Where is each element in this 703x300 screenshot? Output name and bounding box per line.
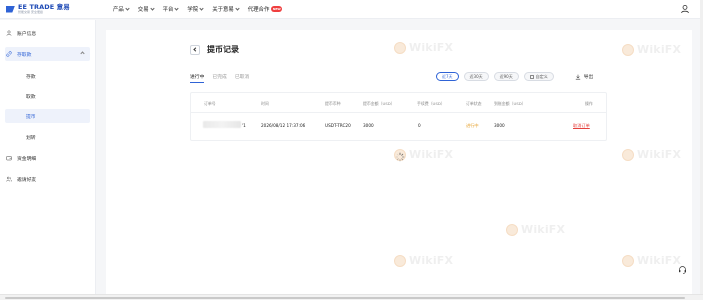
date-filters: 近7天 近30天 近90天 自定义 导出 — [436, 72, 593, 81]
tab-in-progress[interactable]: 进行中 — [190, 73, 205, 83]
wikifx-logo-icon — [622, 148, 634, 161]
top-navbar: EE TRADE 意易 智能交易 安全便捷 产品 交易 平台 学院 关于意易 代… — [0, 0, 703, 19]
withdrawal-table: 订单号 时间 提币币种 提币金额（USD） 手续费（USD） 订单状态 到账金额… — [190, 92, 607, 141]
nav-products[interactable]: 产品 — [113, 5, 130, 13]
sidebar-sub-deposit[interactable]: 存款 — [5, 69, 90, 83]
col-action: 操作 — [585, 101, 593, 106]
filter-30-days-button[interactable]: 近30天 — [463, 72, 489, 81]
download-icon — [575, 74, 580, 79]
watermark: WikiFX — [394, 41, 453, 54]
headset-support-icon[interactable] — [678, 265, 687, 274]
col-fee: 手续费（USD） — [417, 101, 445, 106]
calendar-icon — [529, 74, 534, 79]
chevron-up-icon — [80, 51, 85, 56]
nav-trading[interactable]: 交易 — [138, 5, 155, 13]
wikifx-logo-icon — [394, 254, 406, 267]
sidebar-item-fund-details[interactable]: 资金明细 — [0, 151, 96, 165]
nav-partnership[interactable]: 代理合作 NEW — [248, 5, 283, 13]
sidebar-sub-crypto-withdraw[interactable]: 提币 — [5, 109, 90, 123]
user-avatar-icon[interactable] — [680, 4, 690, 14]
brand-tagline: 智能交易 安全便捷 — [18, 10, 43, 15]
link-icon — [6, 51, 12, 57]
filter-90-days-button[interactable]: 近90天 — [493, 72, 519, 81]
col-coin: 提币币种 — [325, 101, 341, 106]
redacted-order-id — [203, 121, 241, 128]
order-time: 2026/08/12 17:37:06 — [261, 123, 306, 128]
back-button[interactable] — [190, 44, 200, 55]
wikifx-logo-icon — [394, 41, 406, 54]
chevron-down-icon — [149, 5, 155, 11]
nav-academy[interactable]: 学院 — [187, 5, 204, 13]
logo-mark-icon — [6, 5, 16, 14]
main-nav: 产品 交易 平台 学院 关于意易 代理合作 NEW — [113, 5, 291, 13]
chevron-left-icon — [193, 47, 198, 52]
new-badge: NEW — [271, 6, 283, 12]
sidebar: 账户信息 存取款 存款 取款 提币 划转 资金明细 邀请好友 — [0, 20, 96, 297]
table-header: 订单号 时间 提币币种 提币金额（USD） 手续费（USD） 订单状态 到账金额… — [191, 93, 606, 113]
chevron-down-icon — [174, 5, 180, 11]
order-received: 3000 — [494, 123, 505, 128]
brand-logo[interactable]: EE TRADE 意易 智能交易 安全便捷 — [6, 4, 92, 15]
tab-cancelled[interactable]: 已取消 — [235, 73, 249, 83]
order-amount: 3000 — [363, 123, 374, 128]
order-id-suffix: '1 — [242, 123, 246, 128]
status-tabs: 进行中 已完成 已取消 — [190, 73, 257, 83]
chevron-down-icon — [125, 5, 130, 11]
col-time: 时间 — [261, 101, 269, 106]
sidebar-item-funds[interactable]: 存取款 — [0, 47, 96, 61]
nav-platform[interactable]: 平台 — [163, 5, 180, 13]
users-icon — [6, 176, 12, 182]
watermark: WikiFX — [622, 148, 681, 161]
wallet-icon — [6, 156, 12, 161]
brand-cn-name: 意易 — [56, 2, 70, 11]
cancel-order-link[interactable]: 取消订单 — [573, 123, 590, 129]
chevron-down-icon — [199, 5, 204, 11]
sidebar-item-invite[interactable]: 邀请好友 — [0, 172, 96, 186]
watermark: WikiFX — [622, 254, 681, 267]
filter-custom-button[interactable]: 自定义 — [523, 72, 554, 81]
wikifx-logo-icon — [622, 254, 634, 267]
user-icon — [6, 30, 12, 36]
scrollbar-thumb[interactable] — [5, 297, 685, 299]
page-title: 提币记录 — [207, 45, 239, 54]
watermark: WikiFX — [394, 254, 453, 267]
loading-spinner-icon — [395, 152, 405, 162]
status-badge: 进行中 — [466, 123, 479, 128]
order-coin: USDT-TRC20 — [325, 123, 351, 128]
col-order-id: 订单号 — [204, 101, 216, 106]
nav-about[interactable]: 关于意易 — [212, 5, 240, 13]
wikifx-logo-icon — [506, 223, 518, 236]
col-amount: 提币金额（USD） — [363, 101, 395, 106]
sidebar-sub-withdraw[interactable]: 取款 — [5, 89, 90, 103]
sidebar-sub-transfer[interactable]: 划转 — [5, 130, 90, 144]
order-fee: 0 — [418, 123, 421, 128]
col-received: 到账金额（USD） — [494, 101, 526, 106]
watermark: WikiFX — [622, 43, 681, 56]
col-status: 订单状态 — [466, 101, 482, 106]
export-button[interactable]: 导出 — [575, 73, 593, 80]
chevron-down-icon — [235, 5, 240, 11]
horizontal-scrollbar[interactable] — [0, 294, 703, 300]
watermark: WikiFX — [506, 223, 565, 236]
tab-completed[interactable]: 已完成 — [212, 73, 226, 83]
sidebar-item-account[interactable]: 账户信息 — [0, 26, 96, 40]
wikifx-logo-icon — [622, 43, 634, 56]
filter-7-days-button[interactable]: 近7天 — [436, 72, 459, 81]
